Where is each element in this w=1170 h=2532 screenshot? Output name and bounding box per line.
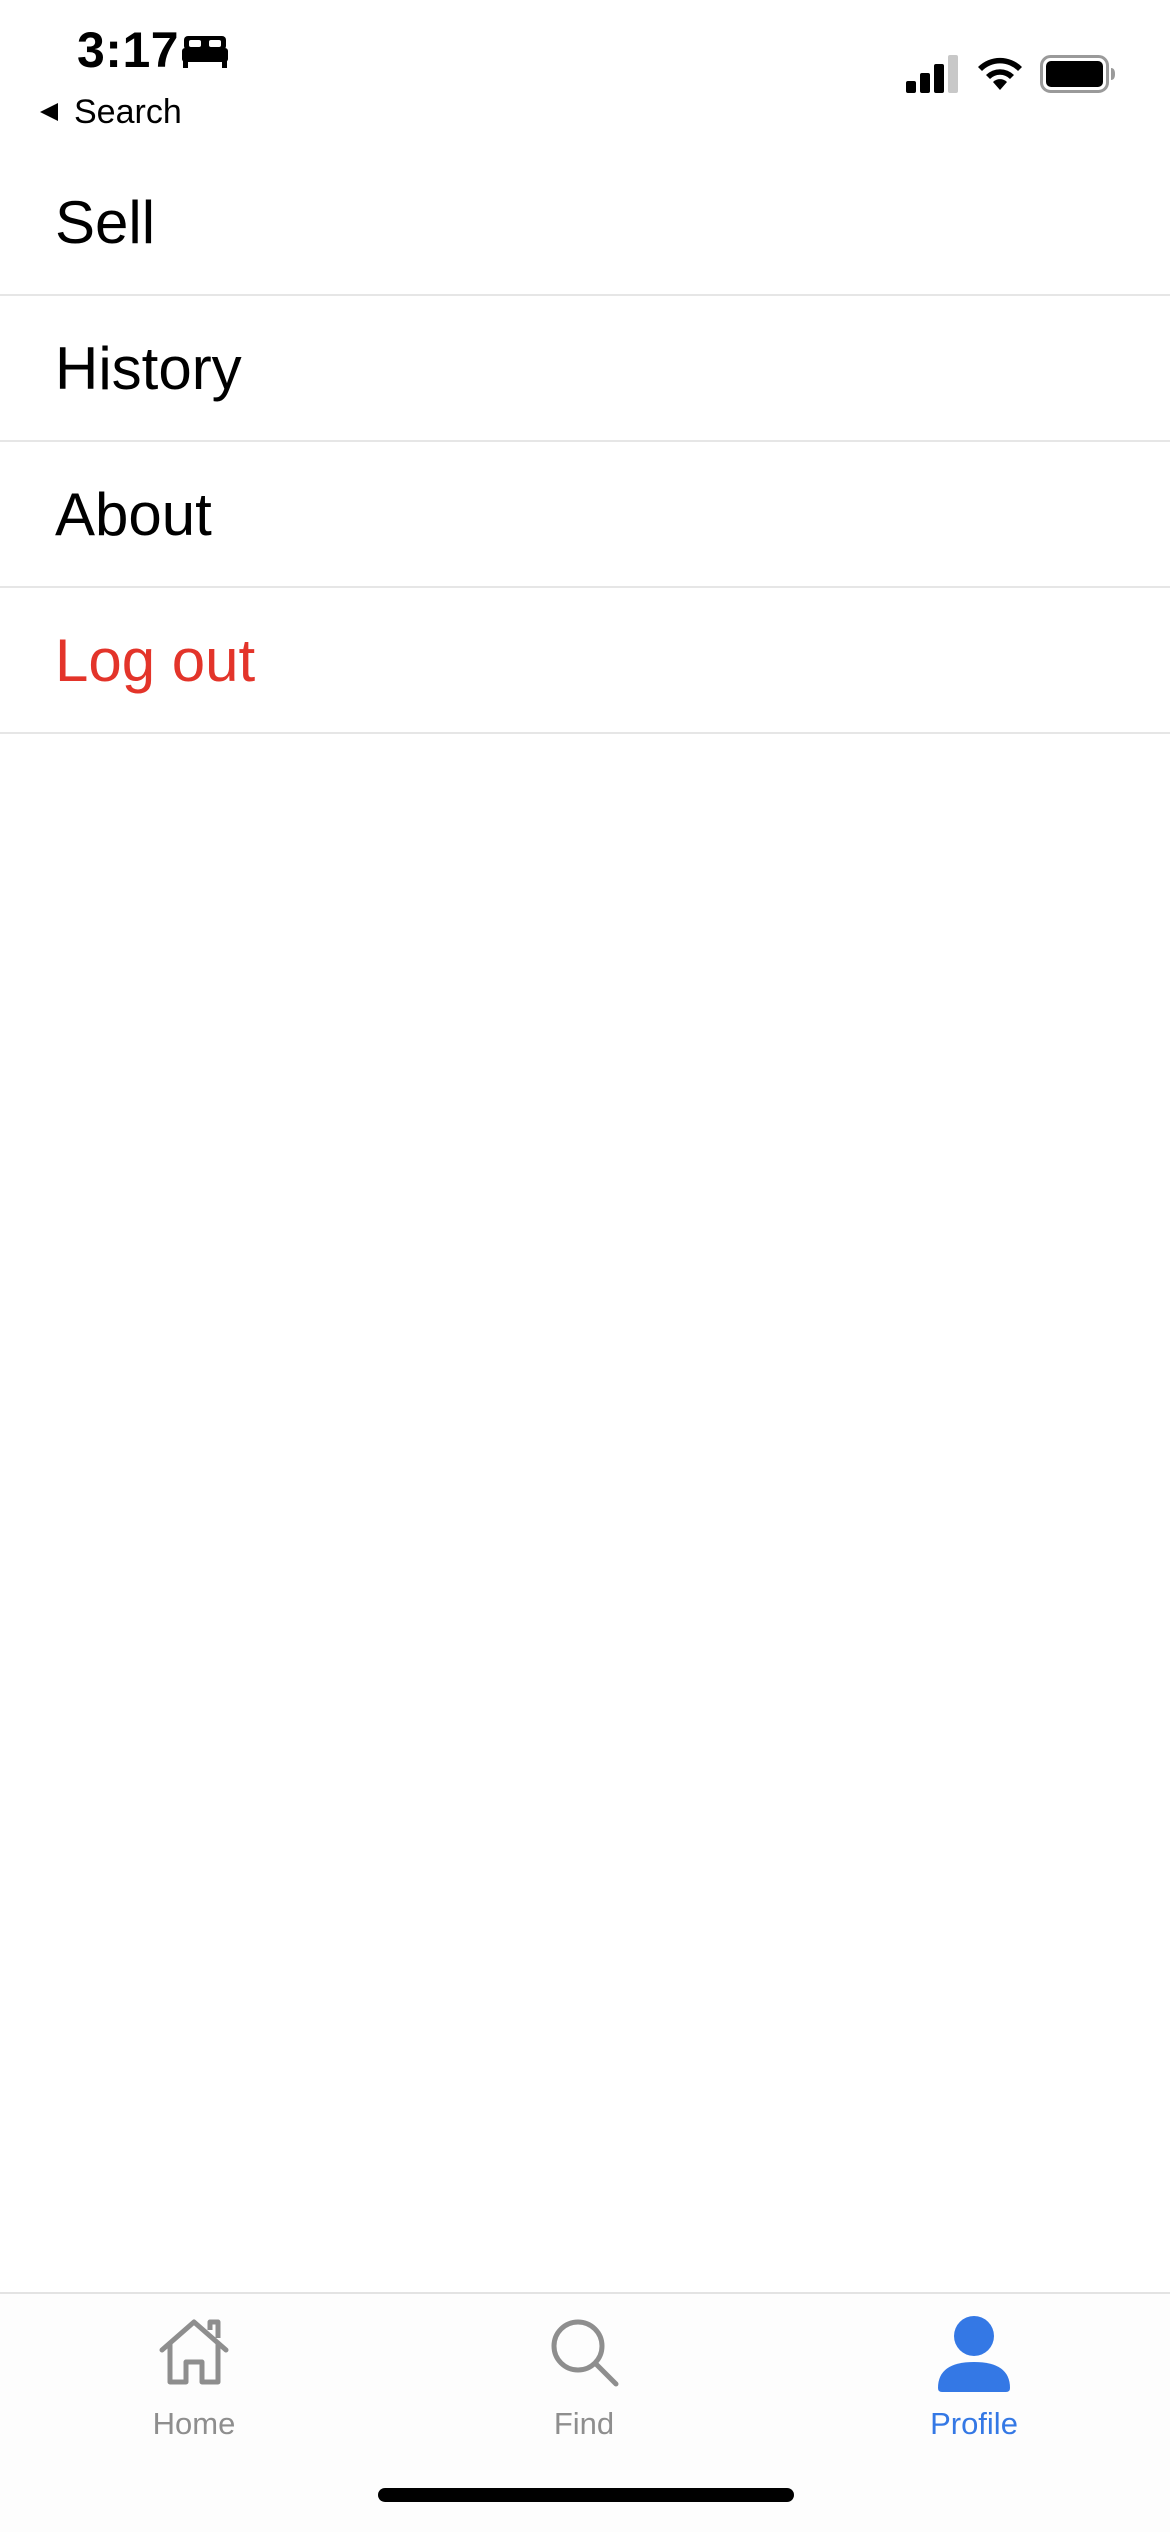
tab-profile-label: Profile — [930, 2406, 1018, 2441]
home-indicator[interactable] — [378, 2488, 794, 2502]
tab-home-label: Home — [152, 2406, 236, 2441]
menu-item-about[interactable]: About — [0, 442, 1170, 588]
profile-menu-list: Sell History About Log out — [0, 150, 1170, 734]
sleep-focus-icon — [182, 36, 228, 68]
menu-item-sell[interactable]: Sell — [0, 150, 1170, 296]
tab-profile[interactable]: Profile — [874, 2312, 1074, 2452]
tab-find[interactable]: Find — [484, 2312, 684, 2452]
back-arrow-icon — [40, 103, 58, 121]
profile-icon — [938, 2316, 1010, 2392]
back-to-search-link[interactable]: Search — [38, 88, 182, 136]
cellular-signal-icon — [906, 55, 958, 93]
tab-find-label: Find — [553, 2406, 615, 2441]
tab-home[interactable]: Home — [94, 2312, 294, 2452]
home-icon — [159, 2319, 229, 2385]
search-icon — [551, 2319, 619, 2387]
menu-item-label: Sell — [55, 188, 156, 256]
menu-item-history[interactable]: History — [0, 296, 1170, 442]
status-bar: 3:17 Search — [0, 0, 1170, 140]
menu-item-log-out[interactable]: Log out — [0, 588, 1170, 734]
battery-icon — [1040, 55, 1115, 93]
back-link-label: Search — [74, 92, 182, 131]
status-time: 3:17 — [77, 22, 180, 78]
menu-item-label: Log out — [55, 626, 256, 694]
menu-item-label: About — [55, 480, 212, 548]
menu-item-label: History — [55, 334, 242, 402]
wifi-icon — [978, 57, 1022, 90]
